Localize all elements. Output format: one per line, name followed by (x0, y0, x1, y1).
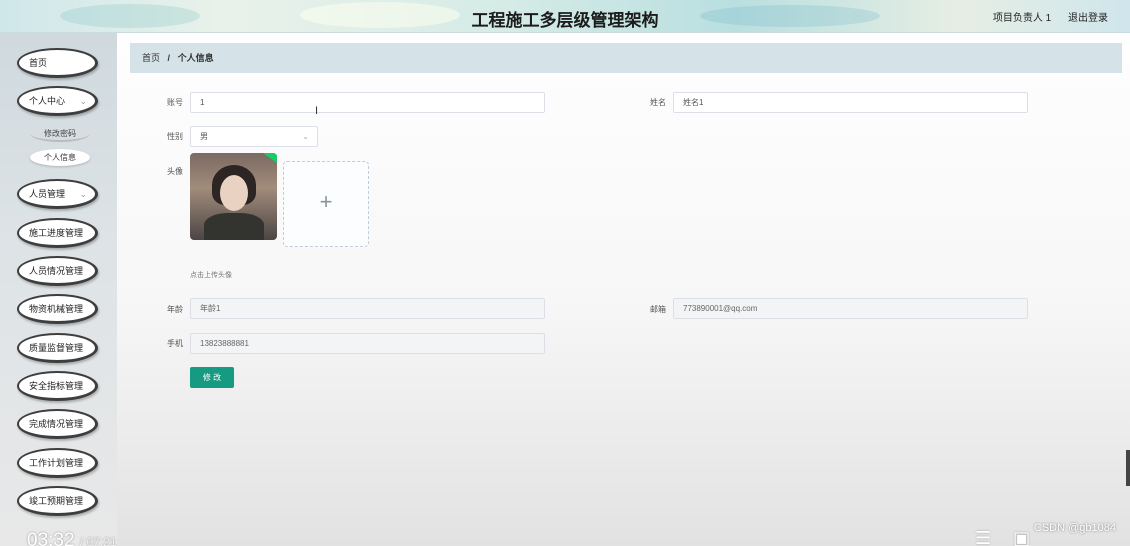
sidebar-item-quality-supervision[interactable]: 质量监督管理 (17, 333, 98, 363)
sidebar-subitem-label: 修改密码 (44, 129, 76, 138)
breadcrumb: 首页 / 个人信息 (130, 43, 1122, 73)
phone-value: 13823888881 (200, 339, 249, 348)
sidebar-item-label: 质量监督管理 (29, 343, 84, 353)
breadcrumb-home[interactable]: 首页 (142, 53, 160, 63)
phone-field[interactable]: 13823888881 (190, 333, 545, 354)
gender-select[interactable]: 男 ⌄ (190, 126, 318, 147)
sidebar-item-staff-management[interactable]: 人员管理 ⌄ (17, 179, 98, 209)
sidebar-item-work-plan[interactable]: 工作计划管理 (17, 448, 98, 478)
chevron-down-icon: ⌄ (79, 189, 87, 199)
logout-link[interactable]: 退出登录 (1068, 13, 1108, 24)
sidebar-subitem-change-password[interactable]: 修改密码 (30, 125, 90, 142)
plus-icon: + (319, 189, 333, 214)
avatar-upload-button[interactable]: + (283, 161, 369, 247)
account-field[interactable]: 1 (190, 92, 545, 113)
sidebar-item-label: 竣工预期管理 (29, 496, 84, 506)
phone-label: 手机 (167, 339, 183, 348)
upload-success-icon (263, 153, 277, 163)
name-label: 姓名 (650, 98, 666, 107)
breadcrumb-current: 个人信息 (177, 53, 214, 63)
sidebar-subitem-label: 个人信息 (44, 153, 76, 162)
sidebar-item-home[interactable]: 首页 (17, 48, 98, 78)
chevron-down-icon: ⌄ (302, 132, 309, 141)
current-user[interactable]: 项目负责人 1 (993, 13, 1051, 24)
sidebar-subitem-personal-info[interactable]: 个人信息 (30, 149, 90, 166)
side-edge-handle[interactable] (1126, 450, 1130, 486)
app-title: 工程施工多层级管理架构 (471, 11, 659, 30)
watermark: CSDN @gb1084 (1033, 522, 1116, 534)
sidebar-item-construction-progress[interactable]: 施工进度管理 (17, 218, 98, 248)
sidebar-item-staff-status[interactable]: 人员情况管理 (17, 256, 98, 286)
name-value: 姓名1 (683, 98, 704, 107)
email-label: 邮箱 (650, 305, 666, 314)
upload-hint: 点击上传头像 (190, 272, 232, 279)
text-cursor-icon: I (315, 105, 319, 117)
avatar-label: 头像 (167, 167, 183, 176)
sidebar-item-materials-machinery[interactable]: 物资机械管理 (17, 294, 98, 324)
avatar-body (204, 213, 264, 240)
sidebar-item-label: 人员管理 (29, 189, 66, 199)
sidebar-item-completion-status[interactable]: 完成情况管理 (17, 409, 98, 439)
sidebar-item-label: 物资机械管理 (29, 304, 84, 314)
sidebar-item-label: 安全指标管理 (29, 381, 84, 391)
sidebar-item-personal-center[interactable]: 个人中心 ⌄ (17, 86, 98, 116)
video-time-overlay: 03:32 / 07:21 (27, 530, 117, 546)
sidebar-item-safety-indicators[interactable]: 安全指标管理 (17, 371, 98, 401)
avatar-face (220, 175, 248, 211)
sidebar-item-label: 人员情况管理 (29, 266, 84, 276)
list-icon[interactable]: ☰ (975, 528, 1013, 546)
chevron-down-icon: ⌄ (79, 96, 87, 106)
video-time-total: / 07:21 (79, 535, 117, 546)
age-value: 年龄1 (200, 304, 221, 313)
account-label: 账号 (167, 98, 183, 107)
sidebar-item-label: 工作计划管理 (29, 458, 84, 468)
gender-value: 男 (200, 132, 208, 141)
sidebar-item-completion-forecast[interactable]: 竣工预期管理 (17, 486, 98, 516)
sidebar-item-label: 完成情况管理 (29, 419, 84, 429)
header-actions: 项目负责人 1 退出登录 (979, 9, 1108, 24)
account-value: 1 (200, 98, 205, 107)
sidebar-item-label: 首页 (29, 58, 48, 68)
top-header: 工程施工多层级管理架构 项目负责人 1 退出登录 (0, 0, 1130, 33)
age-label: 年龄 (167, 305, 183, 314)
avatar-image[interactable] (190, 153, 277, 240)
sidebar-item-label: 施工进度管理 (29, 228, 84, 238)
video-time-current: 03:32 (27, 530, 75, 546)
name-field[interactable]: 姓名1 (673, 92, 1028, 113)
gender-label: 性别 (167, 132, 183, 141)
breadcrumb-separator: / (167, 53, 171, 63)
email-field[interactable]: 773890001@qq.com (673, 298, 1028, 319)
sidebar-item-label: 个人中心 (29, 96, 66, 106)
email-value: 773890001@qq.com (683, 304, 758, 313)
submit-edit-button[interactable]: 修 改 (190, 367, 234, 388)
age-field[interactable]: 年龄1 (190, 298, 545, 319)
